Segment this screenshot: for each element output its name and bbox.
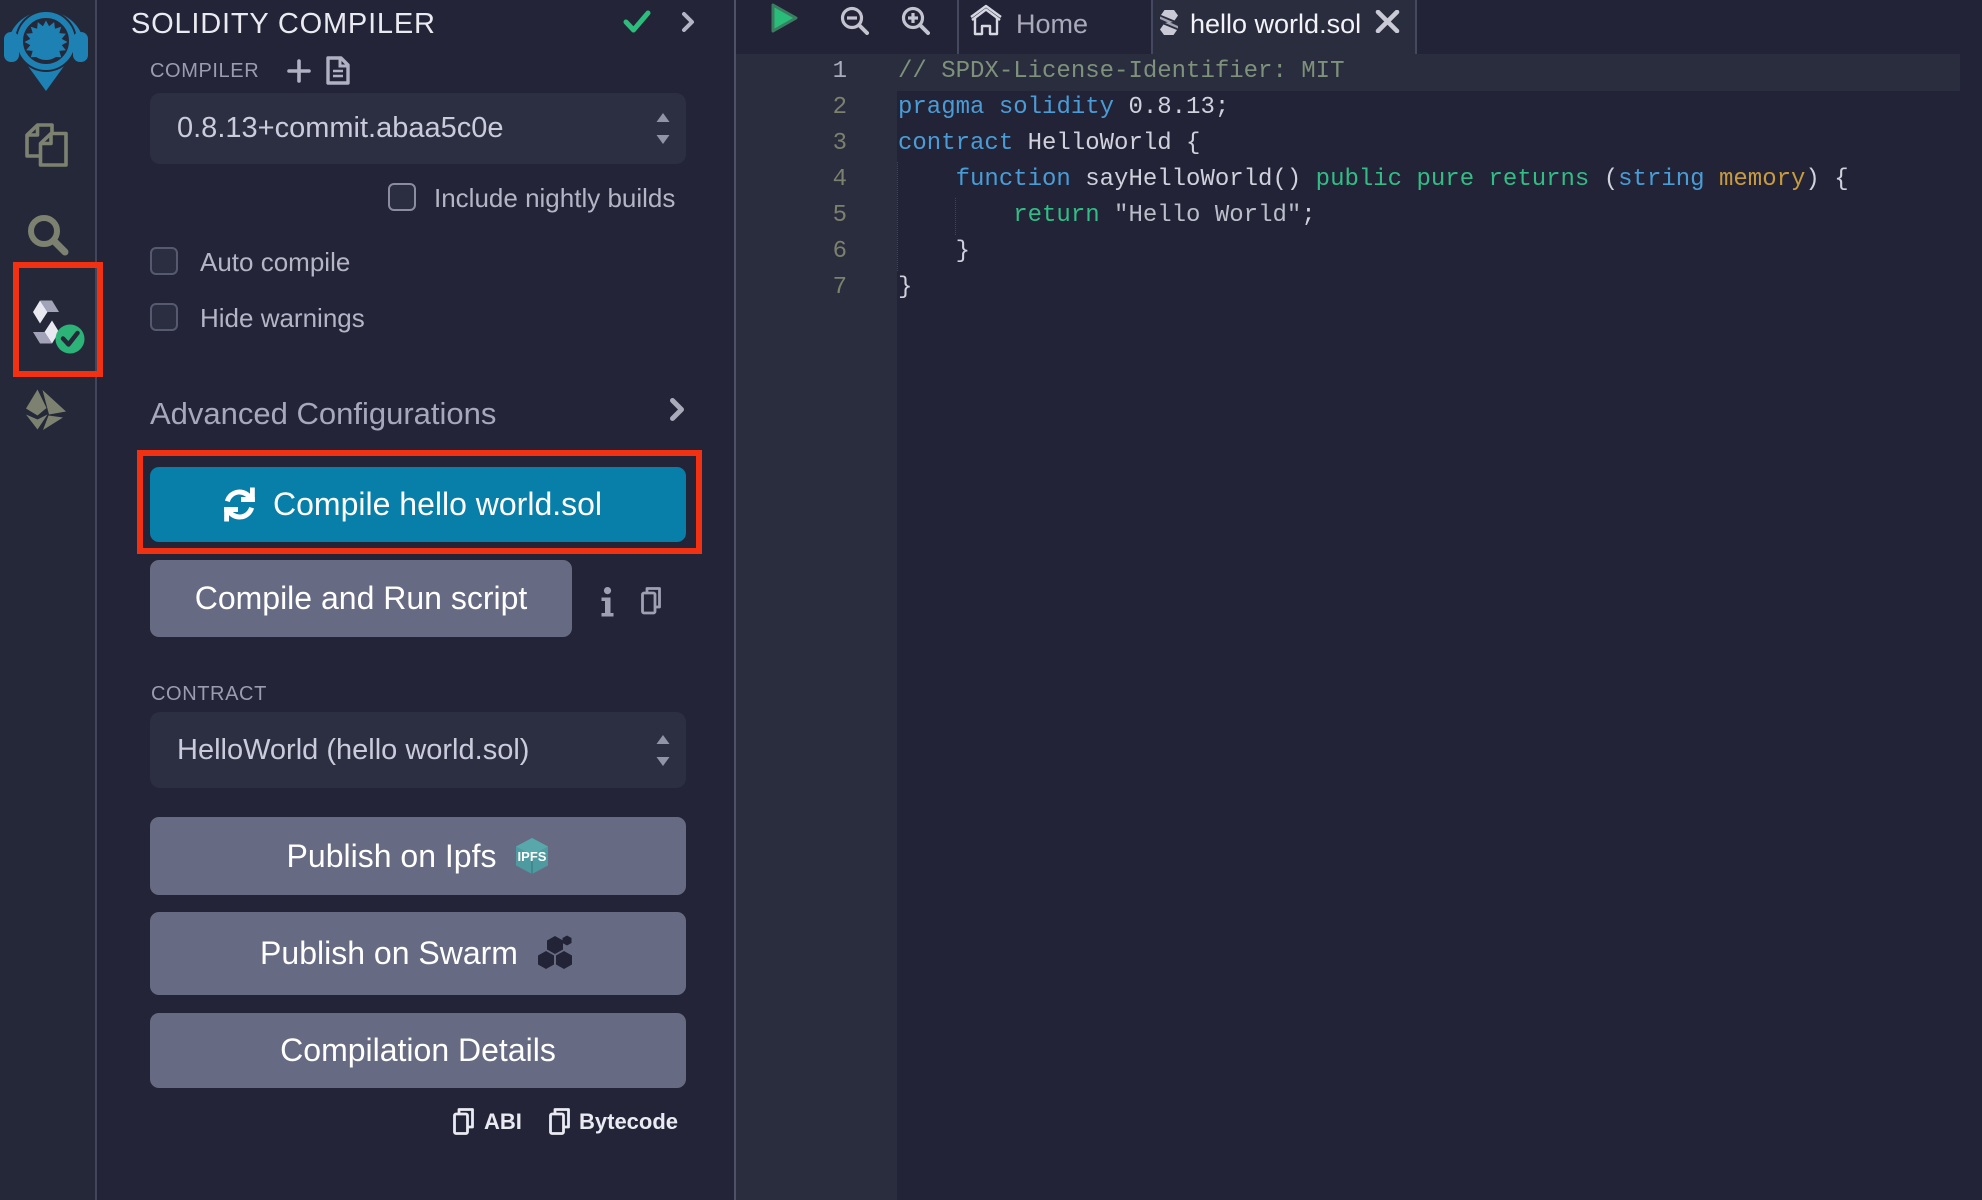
svg-text:IPFS: IPFS	[518, 849, 547, 864]
